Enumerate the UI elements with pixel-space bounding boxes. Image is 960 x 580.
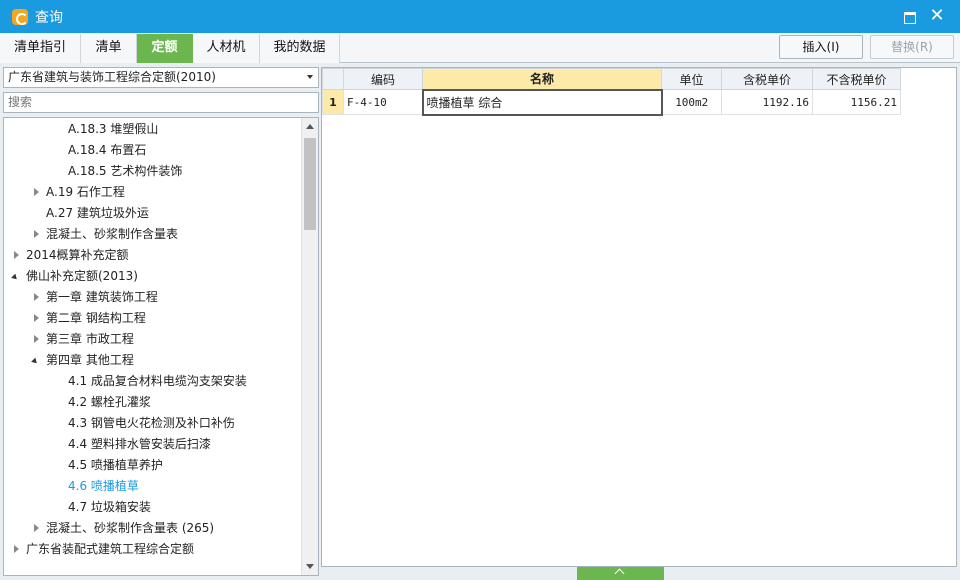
tab-bar: 清单指引 清单 定额 人材机 我的数据 插入(I) 替换(R) bbox=[0, 33, 960, 63]
expanded-arrow-icon[interactable] bbox=[32, 350, 42, 371]
chevron-down-icon bbox=[307, 75, 313, 79]
tree-item-label: 第三章 市政工程 bbox=[46, 332, 134, 346]
tab-labor-material-machine[interactable]: 人材机 bbox=[193, 34, 260, 63]
tree-item-label: 4.4 塑料排水管安装后扫漆 bbox=[68, 437, 211, 451]
tree-item-label: 4.2 螺栓孔灌浆 bbox=[68, 395, 151, 409]
cell-notax-price[interactable]: 1156.21 bbox=[812, 89, 901, 115]
close-icon[interactable]: ✕ bbox=[928, 7, 946, 25]
scroll-down-icon[interactable] bbox=[306, 564, 314, 569]
row-index-header bbox=[322, 68, 344, 90]
scroll-up-icon[interactable] bbox=[306, 124, 314, 129]
tree-item-label: A.27 建筑垃圾外运 bbox=[46, 206, 149, 220]
replace-button[interactable]: 替换(R) bbox=[870, 35, 954, 59]
table-row[interactable]: 1 F-4-10 喷播植草 综合 100m2 1192.16 1156.21 bbox=[322, 88, 901, 116]
collapsed-arrow-icon[interactable] bbox=[32, 287, 42, 308]
cell-unit[interactable]: 100m2 bbox=[661, 89, 722, 115]
search-input[interactable] bbox=[8, 95, 308, 109]
tree-item-label: A.18.5 艺术构件装饰 bbox=[68, 164, 183, 178]
quota-library-value: 广东省建筑与装饰工程综合定额(2010) bbox=[8, 70, 216, 84]
collapsed-arrow-icon[interactable] bbox=[32, 182, 42, 203]
tab-quota[interactable]: 定额 bbox=[137, 34, 193, 63]
collapsed-arrow-icon[interactable] bbox=[32, 329, 42, 350]
tree-item-label: 混凝土、砂浆制作含量表 bbox=[46, 227, 179, 241]
tree-item-label: 第一章 建筑装饰工程 bbox=[46, 290, 158, 304]
column-header-code[interactable]: 编码 bbox=[343, 68, 423, 90]
tab-my-data[interactable]: 我的数据 bbox=[260, 34, 340, 63]
tree-item-label: 第四章 其他工程 bbox=[46, 353, 134, 367]
app-logo-icon bbox=[12, 8, 28, 25]
tree-item-label: 广东省装配式建筑工程综合定额 bbox=[26, 542, 195, 556]
row-index: 1 bbox=[322, 89, 344, 115]
result-table: 编码 名称 单位 含税单价 不含税单价 1 F-4-10 喷播植草 综合 100… bbox=[322, 68, 901, 116]
collapsed-arrow-icon[interactable] bbox=[12, 539, 22, 560]
tree-scrollbar[interactable] bbox=[301, 118, 318, 575]
tree-item-label: 2014概算补充定额 bbox=[26, 248, 129, 262]
tree-item-label: 混凝土、砂浆制作含量表 (265) bbox=[46, 521, 215, 535]
tab-list-guide[interactable]: 清单指引 bbox=[0, 34, 81, 63]
tree-item-label: A.18.3 堆塑假山 bbox=[68, 122, 159, 136]
tree-item-label: 4.1 成品复合材料电缆沟支架安装 bbox=[68, 374, 247, 388]
tree-item-label: 第二章 钢结构工程 bbox=[46, 311, 146, 325]
table-header: 编码 名称 单位 含税单价 不含税单价 bbox=[322, 68, 901, 90]
quota-tree: A.18.3 堆塑假山 A.18.4 布置石 A.18.5 艺术构件装饰 A.19 石… bbox=[3, 117, 319, 576]
tab-list[interactable]: 清单 bbox=[81, 34, 137, 63]
collapsed-arrow-icon[interactable] bbox=[32, 224, 42, 245]
collapsed-arrow-icon[interactable] bbox=[32, 518, 42, 539]
insert-button[interactable]: 插入(I) bbox=[779, 35, 863, 59]
tree-item-label: A.19 石作工程 bbox=[46, 185, 125, 199]
collapsed-arrow-icon[interactable] bbox=[32, 308, 42, 329]
scroll-thumb[interactable] bbox=[304, 138, 316, 230]
cell-name[interactable]: 喷播植草 综合 bbox=[421, 88, 663, 116]
maximize-icon[interactable] bbox=[900, 7, 918, 25]
tree-item-label: 佛山补充定额(2013) bbox=[26, 269, 138, 283]
cell-tax-price[interactable]: 1192.16 bbox=[721, 89, 813, 115]
collapsed-arrow-icon[interactable] bbox=[12, 245, 22, 266]
quota-library-select[interactable]: 广东省建筑与装饰工程综合定额(2010) bbox=[3, 67, 319, 88]
column-header-name[interactable]: 名称 bbox=[422, 68, 662, 90]
collapse-handle[interactable] bbox=[577, 567, 664, 580]
title-bar: 查询 ✕ bbox=[0, 0, 960, 33]
column-header-unit[interactable]: 单位 bbox=[661, 68, 722, 90]
tree-item-label: 4.5 喷播植草养护 bbox=[68, 458, 163, 472]
column-header-tax-price[interactable]: 含税单价 bbox=[721, 68, 813, 90]
tree-item-label: A.18.4 布置石 bbox=[68, 143, 147, 157]
tree-item-label: 4.3 钢管电火花检测及补口补伤 bbox=[68, 416, 235, 430]
expanded-arrow-icon[interactable] bbox=[12, 266, 22, 287]
tree-item-label: 4.7 垃圾箱安装 bbox=[68, 500, 151, 514]
result-grid-panel: 编码 名称 单位 含税单价 不含税单价 1 F-4-10 喷播植草 综合 100… bbox=[321, 67, 957, 567]
column-header-notax-price[interactable]: 不含税单价 bbox=[812, 68, 901, 90]
tree-item-label: 4.6 喷播植草 bbox=[68, 479, 139, 493]
search-box[interactable] bbox=[3, 92, 319, 113]
left-panel: 广东省建筑与装饰工程综合定额(2010) A.18.3 堆塑假山 A.18.4 布… bbox=[3, 66, 319, 576]
cell-code[interactable]: F-4-10 bbox=[343, 89, 423, 115]
window-title: 查询 bbox=[35, 9, 63, 26]
